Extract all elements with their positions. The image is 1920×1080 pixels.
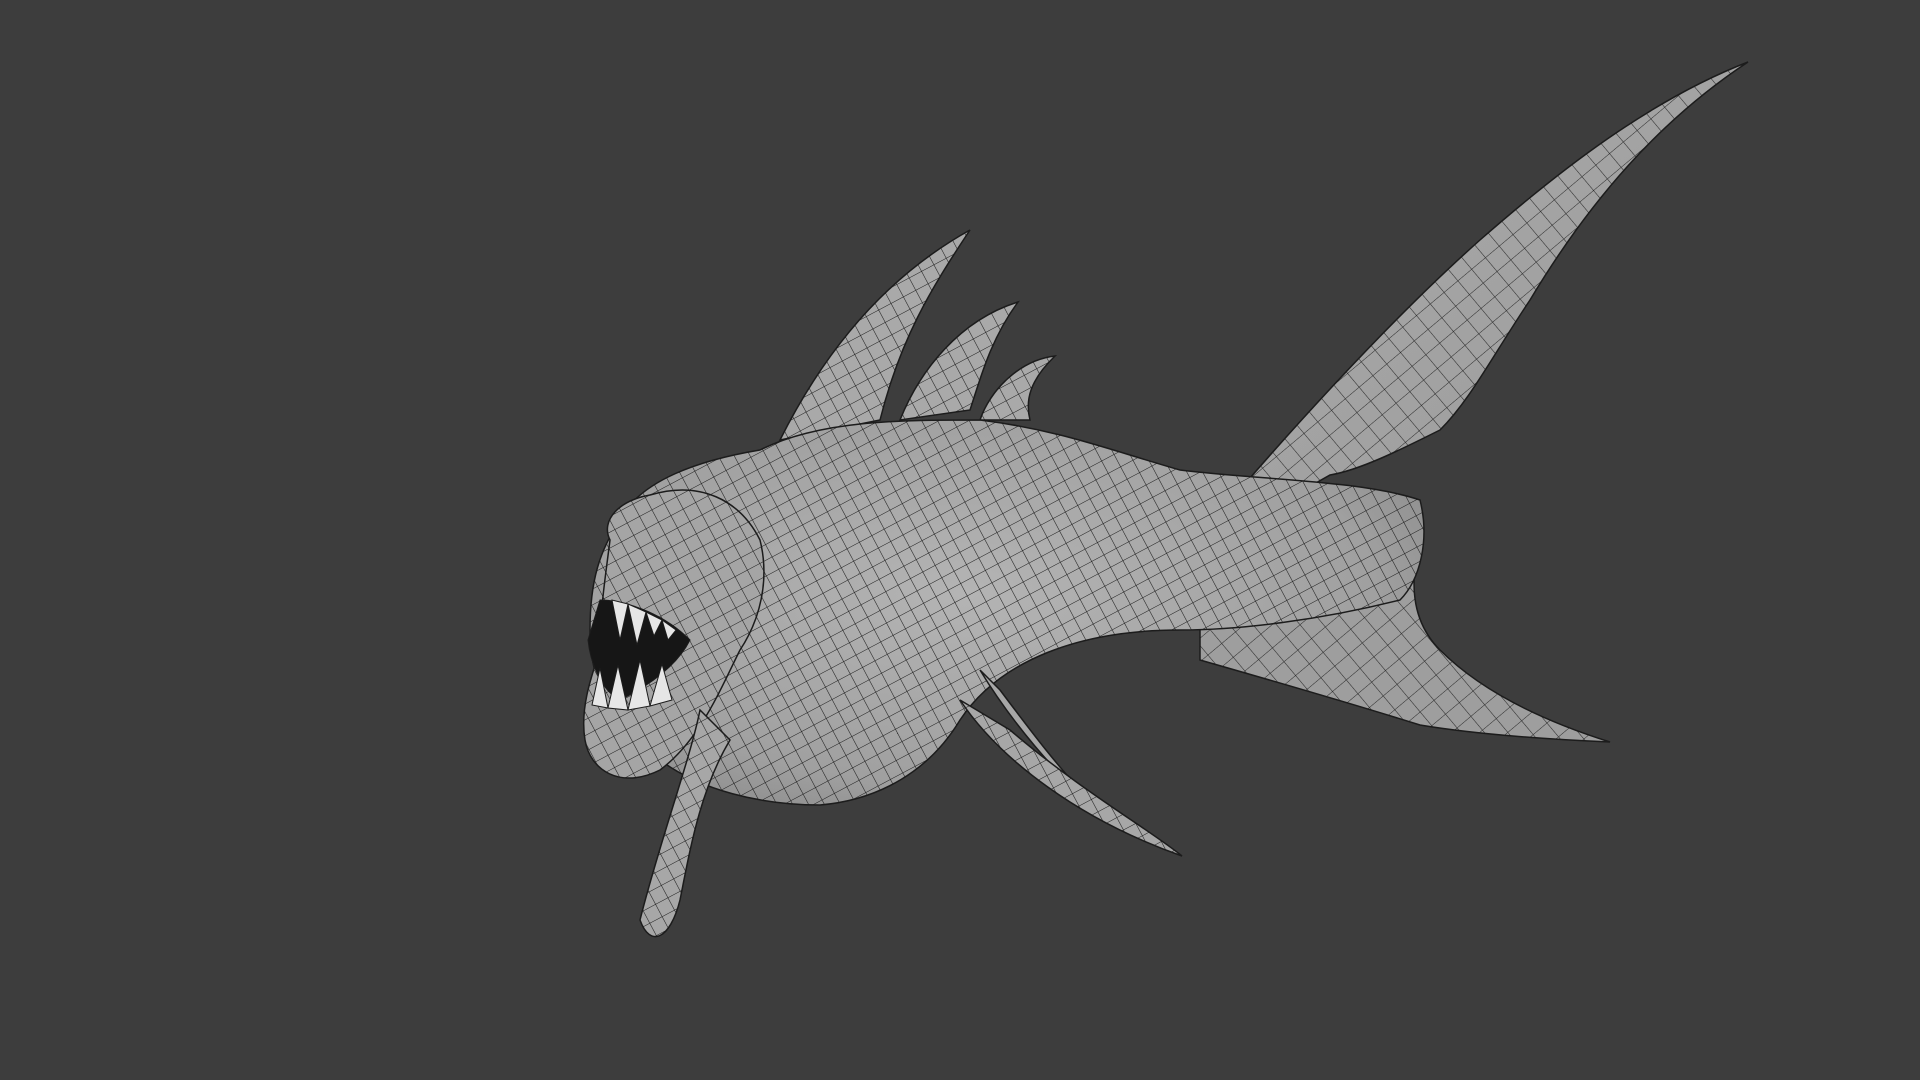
- 3d-viewport[interactable]: [0, 0, 1920, 1080]
- creature-mesh-render[interactable]: [0, 0, 1920, 1080]
- dorsal-spikes: [778, 229, 1058, 442]
- pelvic-fins: [959, 669, 1183, 857]
